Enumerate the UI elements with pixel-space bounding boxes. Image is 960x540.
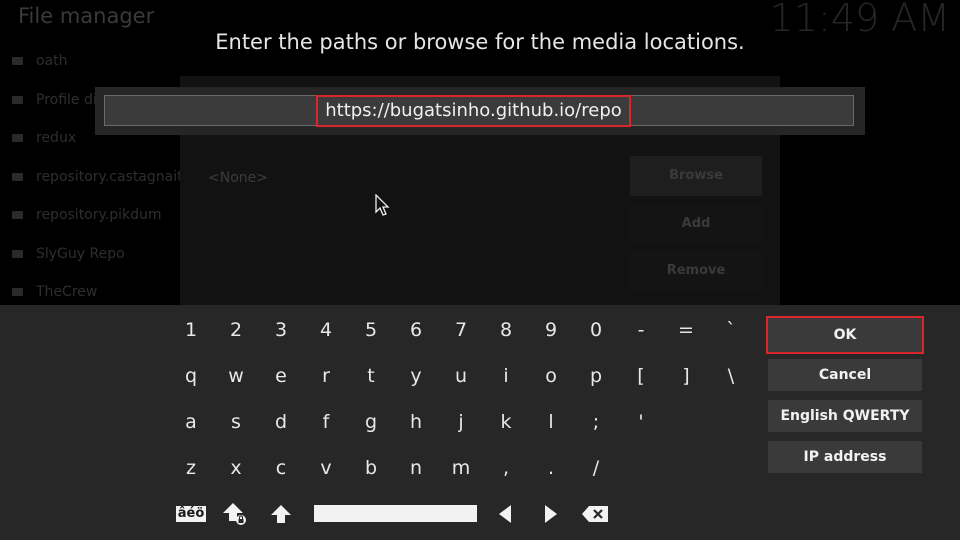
key[interactable]: o (531, 356, 571, 396)
key[interactable]: g (351, 402, 391, 442)
source-item: repository.castagnait (8, 166, 188, 205)
key[interactable]: 7 (441, 310, 481, 350)
key[interactable]: 9 (531, 310, 571, 350)
dialog-heading: Enter the paths or browse for the media … (215, 30, 745, 54)
key[interactable]: ' (621, 402, 661, 442)
key[interactable]: i (486, 356, 526, 396)
key[interactable]: j (441, 402, 481, 442)
key[interactable]: q (171, 356, 211, 396)
ok-button[interactable]: OK (766, 316, 924, 354)
key[interactable]: u (441, 356, 481, 396)
folder-icon (12, 211, 23, 219)
key[interactable]: 0 (576, 310, 616, 350)
keyboard-layout-button[interactable]: English QWERTY (768, 400, 922, 432)
key[interactable]: z (171, 448, 211, 488)
key[interactable]: a (171, 402, 211, 442)
source-item: repository.pikdum (8, 204, 188, 243)
key[interactable]: \ (711, 356, 751, 396)
ip-address-button[interactable]: IP address (768, 441, 922, 473)
window-title: File manager (18, 4, 155, 28)
key[interactable]: x (216, 448, 256, 488)
none-path-label: <None> (208, 170, 268, 186)
key[interactable]: / (576, 448, 616, 488)
mouse-pointer-icon (375, 194, 390, 216)
folder-icon (12, 95, 23, 104)
key[interactable]: - (621, 310, 661, 350)
shift-icon[interactable] (261, 494, 301, 534)
key[interactable]: [ (621, 356, 661, 396)
key[interactable]: n (396, 448, 436, 488)
folder-icon (12, 134, 23, 142)
key[interactable]: = (666, 310, 706, 350)
key[interactable]: 8 (486, 310, 526, 350)
key[interactable]: 1 (171, 310, 211, 350)
key[interactable]: m (441, 448, 481, 488)
source-item: TheCrew (8, 281, 188, 305)
key[interactable]: c (261, 448, 301, 488)
symbols-key[interactable]: âéö (171, 494, 211, 534)
add-button: Add (630, 204, 762, 244)
on-screen-keyboard: 1 2 3 4 5 6 7 8 9 0 - = ` q w e r t y u … (0, 305, 960, 540)
key[interactable]: ` (711, 310, 751, 350)
key[interactable]: 6 (396, 310, 436, 350)
key[interactable]: r (306, 356, 346, 396)
key[interactable]: y (396, 356, 436, 396)
key[interactable]: t (351, 356, 391, 396)
key[interactable]: l (531, 402, 571, 442)
key[interactable]: v (306, 448, 346, 488)
key[interactable]: 2 (216, 310, 256, 350)
key[interactable]: , (486, 448, 526, 488)
space-key[interactable] (314, 505, 477, 522)
backspace-icon[interactable] (575, 494, 615, 534)
remove-button: Remove (630, 251, 762, 291)
key[interactable]: 5 (351, 310, 391, 350)
cancel-button[interactable]: Cancel (768, 359, 922, 391)
key[interactable]: k (486, 402, 526, 442)
key[interactable]: b (351, 448, 391, 488)
url-input-value[interactable]: https://bugatsinho.github.io/repo (316, 95, 631, 127)
browse-button: Browse (630, 156, 762, 196)
arrow-left-icon[interactable] (485, 494, 525, 534)
key[interactable]: s (216, 402, 256, 442)
key[interactable]: f (306, 402, 346, 442)
folder-icon (12, 57, 23, 65)
folder-icon (12, 172, 23, 181)
arrow-right-icon[interactable] (531, 494, 571, 534)
caps-lock-icon[interactable] (216, 494, 256, 534)
folder-icon (12, 288, 23, 296)
key[interactable]: ] (666, 356, 706, 396)
key[interactable]: 4 (306, 310, 346, 350)
key[interactable]: d (261, 402, 301, 442)
source-item: SlyGuy Repo (8, 243, 188, 282)
key[interactable]: 3 (261, 310, 301, 350)
source-item: oath (8, 50, 188, 89)
key[interactable]: e (261, 356, 301, 396)
key[interactable]: ; (576, 402, 616, 442)
folder-icon (12, 249, 23, 258)
key[interactable]: p (576, 356, 616, 396)
key[interactable]: w (216, 356, 256, 396)
key[interactable]: . (531, 448, 571, 488)
key[interactable]: h (396, 402, 436, 442)
